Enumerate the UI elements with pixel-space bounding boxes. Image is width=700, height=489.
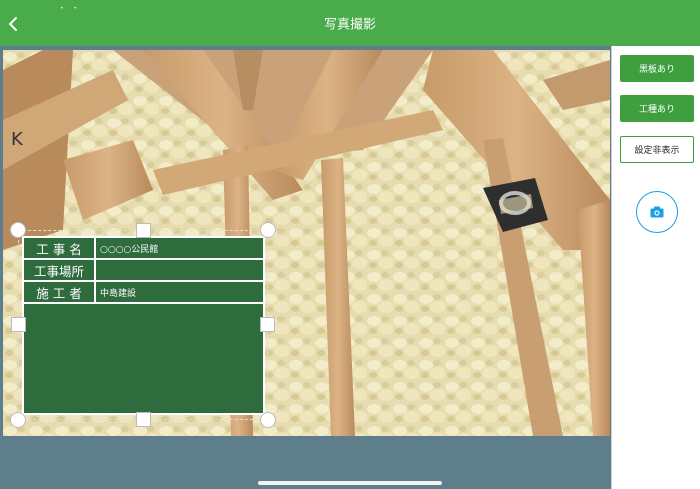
work-type-toggle-button[interactable]: 工種あり [620,95,694,122]
svg-text:K: K [11,129,24,150]
shutter-button[interactable] [636,191,678,233]
board-row-project-name: 工 事 名 ○○○○公民館 [24,238,263,258]
camera-icon [650,206,664,218]
board-divider [24,302,263,304]
board-label-project-name: 工 事 名 [24,238,96,258]
resize-handle-bottom[interactable] [136,412,151,427]
status-bar-dots: • • [60,5,81,12]
resize-handle-top[interactable] [136,223,151,238]
blackboard[interactable]: 工 事 名 ○○○○公民館 工事場所 施 工 者 中島建設 [22,236,265,415]
resize-handle-left[interactable] [11,317,26,332]
resize-handle-right[interactable] [260,317,275,332]
board-value-contractor: 中島建設 [100,288,137,299]
page-title: 写真撮影 [323,17,376,33]
resize-handle-top-right[interactable] [260,222,276,238]
control-sidebar: 黒板あり 工種あり 設定非表示 [611,46,700,489]
board-label-location: 工事場所 [24,260,96,280]
board-row-contractor: 施 工 者 中島建設 [24,282,263,302]
photo-capture-screen: • • 写真撮影 K 工 事 名 ○○○○公民館 工事場所 施 工 者 中島建設… [0,0,700,489]
resize-handle-bottom-right[interactable] [260,412,276,428]
resize-handle-bottom-left[interactable] [10,412,26,428]
resize-handle-top-left[interactable] [10,222,26,238]
board-label-contractor: 施 工 者 [24,282,96,302]
home-indicator [258,481,442,485]
blackboard-toggle-button[interactable]: 黒板あり [620,55,694,82]
board-value-project-name: ○○○○公民館 [100,244,159,255]
board-row-location: 工事場所 [24,260,263,280]
board-value-location [98,260,263,280]
app-header: • • 写真撮影 [0,0,700,46]
hide-settings-button[interactable]: 設定非表示 [620,136,694,163]
